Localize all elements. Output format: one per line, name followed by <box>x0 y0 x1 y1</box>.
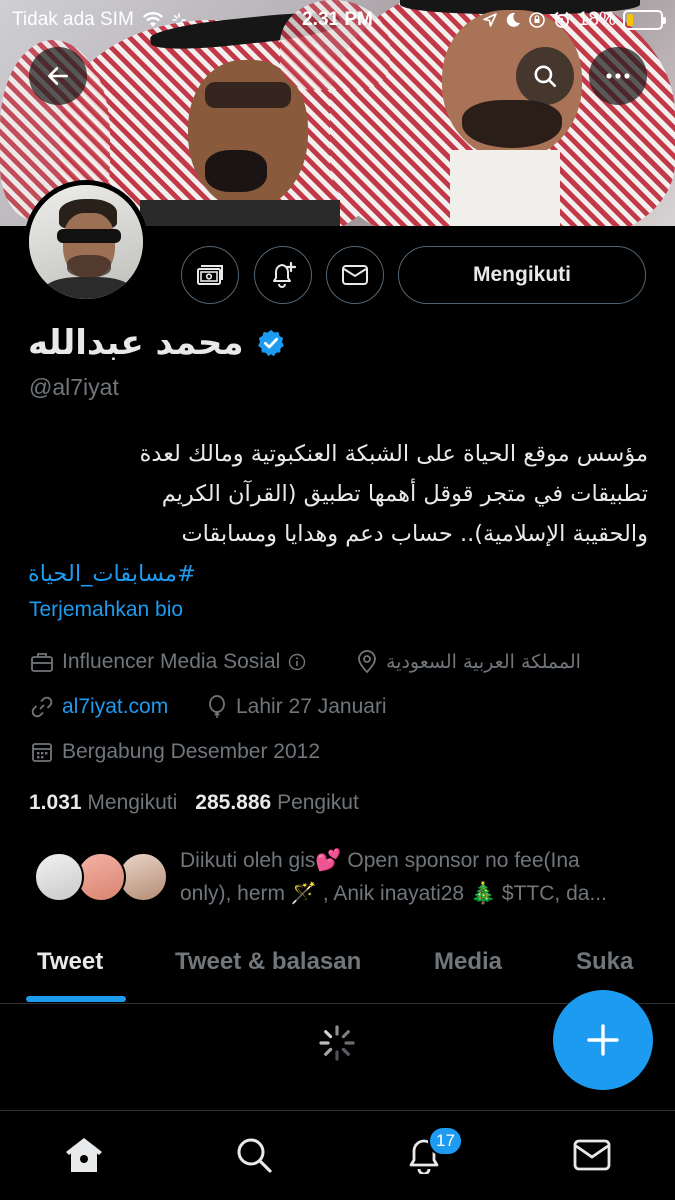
profile-name-row: محمد عبدالله <box>28 318 286 368</box>
following-button[interactable]: Mengikuti <box>398 246 646 304</box>
messages-icon <box>573 1139 611 1171</box>
loading-icon <box>171 13 186 27</box>
subscriptions-button[interactable] <box>181 246 239 304</box>
lock-rotation-icon <box>529 12 545 28</box>
loading-spinner-icon <box>319 1025 355 1061</box>
tab-media[interactable]: Media <box>434 948 502 976</box>
followed-by-text: Diikuti oleh gis💕 Open sponsor no fee(In… <box>180 849 607 905</box>
bio-line: تطبيقات في متجر قوقل أهمها تطبيق (القرآن… <box>161 481 648 507</box>
profile-tabs: Tweet Tweet & balasan Media Suka <box>0 936 675 1004</box>
meta-category: Influencer Media Sosial <box>30 650 306 674</box>
location-pin-icon <box>358 650 376 674</box>
nav-search[interactable] <box>232 1133 276 1177</box>
bio-line: والحقيبة الإسلامية).. حساب دعم وهدايا وم… <box>181 521 648 547</box>
home-icon <box>66 1138 102 1172</box>
message-icon <box>342 265 368 285</box>
profile-bio: مؤسس موقع الحياة على الشبكة العنكبوتية و… <box>28 434 648 594</box>
balloon-icon <box>209 695 225 718</box>
nav-home[interactable] <box>62 1133 106 1177</box>
nav-messages[interactable] <box>570 1133 614 1177</box>
website-link[interactable]: al7iyat.com <box>62 695 168 719</box>
follow-counts: 1.031 Mengikuti 285.886 Pengikut <box>29 791 359 815</box>
profile-avatar[interactable] <box>24 180 148 304</box>
moon-icon <box>506 12 520 27</box>
followed-by-row[interactable]: Diikuti oleh gis💕 Open sponsor no fee(In… <box>30 844 650 914</box>
info-icon[interactable] <box>288 653 306 671</box>
bio-line: مؤسس موقع الحياة على الشبكة العنكبوتية و… <box>139 441 648 467</box>
compose-tweet-button[interactable] <box>553 990 653 1090</box>
meta-joined: Bergabung Desember 2012 <box>30 740 320 764</box>
battery-percent: 18% <box>577 9 616 30</box>
calendar-icon <box>32 743 52 762</box>
profile-name: محمد عبدالله <box>28 323 244 363</box>
more-button[interactable] <box>589 47 647 105</box>
active-tab-indicator <box>26 996 126 1002</box>
notifications-badge: 17 <box>428 1126 463 1156</box>
tab-likes[interactable]: Suka <box>576 948 633 976</box>
joined-label: Bergabung Desember 2012 <box>62 740 321 763</box>
meta-website: al7iyat.com <box>30 695 168 719</box>
carrier-label: Tidak ada SIM <box>12 9 134 30</box>
location-label: المملكة العربية السعودية <box>386 651 581 673</box>
birthday-label: Lahir 27 Januari <box>236 695 387 718</box>
plus-icon <box>587 1024 619 1056</box>
wifi-icon <box>142 12 163 27</box>
briefcase-icon <box>31 653 53 672</box>
bio-hashtag-link[interactable]: #مسابقات_الحياة <box>28 561 196 587</box>
notification-add-icon <box>273 261 297 288</box>
profile-handle: @al7iyat <box>29 374 119 400</box>
location-arrow-icon <box>483 13 497 27</box>
tab-tweet-replies[interactable]: Tweet & balasan <box>175 948 361 976</box>
battery-icon <box>623 10 666 30</box>
more-horizontal-icon <box>606 73 630 79</box>
subscriptions-icon <box>197 265 223 285</box>
meta-location: المملكة العربية السعودية <box>356 650 581 674</box>
search-button[interactable] <box>516 47 574 105</box>
search-icon <box>237 1138 272 1173</box>
follower-avatar <box>34 852 84 902</box>
search-icon <box>534 65 557 88</box>
link-icon <box>31 696 53 718</box>
tab-tweet[interactable]: Tweet <box>37 948 103 976</box>
category-label: Influencer Media Sosial <box>62 650 281 673</box>
translate-bio-link[interactable]: Terjemahkan bio <box>29 598 183 622</box>
arrow-left-icon <box>48 67 68 85</box>
status-bar: Tidak ada SIM 2.31 PM 18% <box>0 0 675 40</box>
verified-badge-icon <box>257 329 284 357</box>
notify-button[interactable] <box>254 246 312 304</box>
message-button[interactable] <box>326 246 384 304</box>
alarm-icon <box>554 11 570 28</box>
bottom-navigation <box>0 1110 675 1200</box>
followers-count-link[interactable]: 285.886 Pengikut <box>195 791 359 815</box>
following-count-link[interactable]: 1.031 Mengikuti <box>29 791 177 815</box>
back-button[interactable] <box>29 47 87 105</box>
meta-birthday: Lahir 27 Januari <box>206 695 387 719</box>
